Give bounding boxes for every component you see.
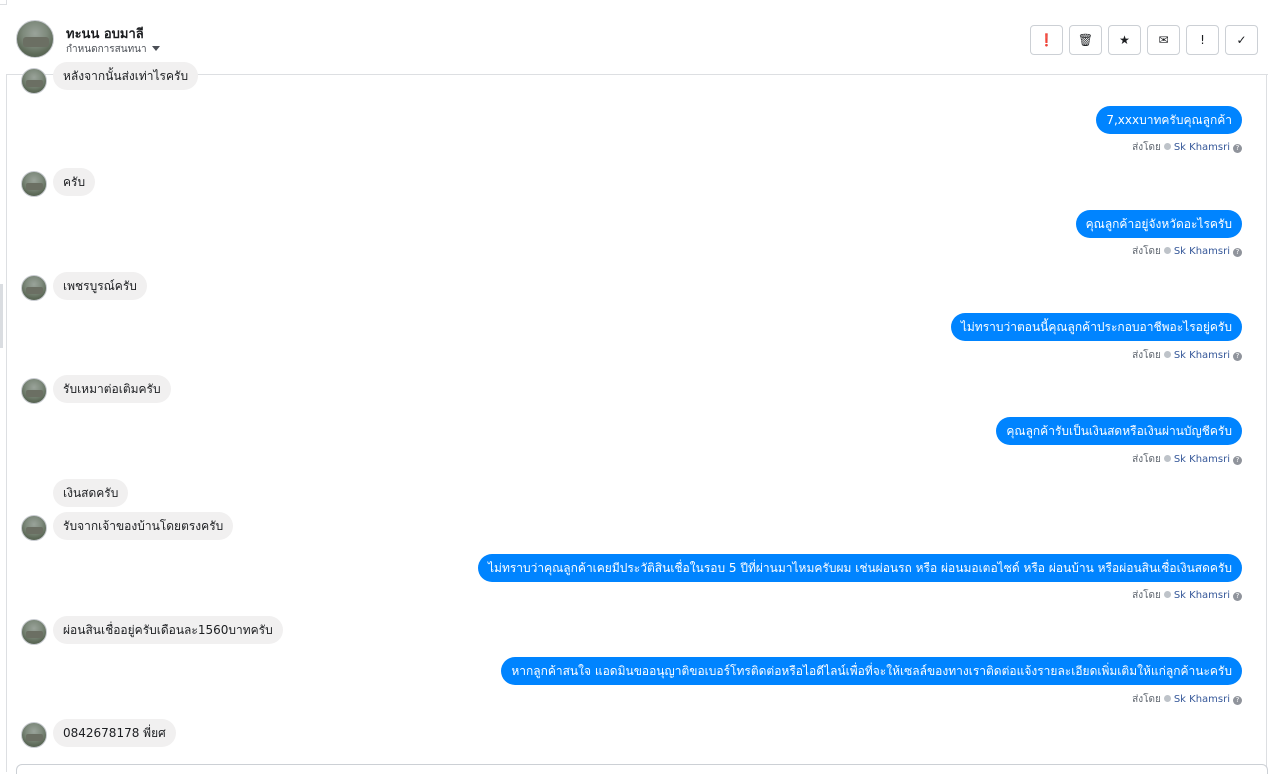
sent-by-label: ส่งโดย (1132, 590, 1161, 601)
sent-by-label: ส่งโดย (1132, 350, 1161, 361)
contact-name[interactable]: ทะนน อบมาลี (66, 23, 144, 44)
sent-by-label: ส่งโดย (1132, 142, 1161, 153)
exclamation-icon: ! (1200, 33, 1205, 47)
contact-avatar[interactable] (16, 20, 54, 58)
agent-dot-icon (1163, 351, 1171, 358)
star-button[interactable]: ★ (1108, 25, 1141, 55)
outgoing-message: ไม่ทราบว่าคุณลูกค้าเคยมีประวัติสินเชื่อใ… (478, 554, 1242, 582)
help-icon[interactable]: ? (1233, 352, 1242, 361)
sent-by-info: ส่งโดย Sk Khamsri? (1132, 348, 1242, 363)
header-actions: ❗ 🗑 ★ ✉ ! ✓ (1030, 25, 1258, 55)
assign-conversation-dropdown[interactable]: กำหนดการสนทนา (66, 42, 160, 57)
outgoing-message: คุณลูกค้ารับเป็นเงินสดหรือเงินผ่านบัญชีค… (996, 417, 1242, 445)
spam-button[interactable]: ! (1186, 25, 1219, 55)
incoming-message: ผ่อนสินเชื่ออยู่ครับเดือนละ1560บาทครับ (53, 616, 283, 644)
delete-button[interactable]: 🗑 (1069, 25, 1102, 55)
contact-avatar-small (21, 722, 47, 748)
outgoing-message: 7,xxxบาทครับคุณลูกค้า (1096, 106, 1242, 134)
incoming-message: หลังจากนั้นส่งเท่าไรครับ (53, 62, 199, 90)
agent-name[interactable]: Sk Khamsri (1174, 694, 1230, 705)
contact-avatar-small (21, 275, 47, 301)
outgoing-message: หากลูกค้าสนใจ แอดมินขออนุญาติขอเบอร์โทรต… (501, 657, 1242, 685)
incoming-message: รับเหมาต่อเติมครับ (53, 375, 171, 403)
message-composer[interactable] (16, 764, 1268, 774)
incoming-message: รับจากเจ้าของบ้านโดยตรงครับ (53, 512, 234, 540)
trash-icon: 🗑 (1077, 33, 1094, 47)
scrollbar-track[interactable] (1266, 75, 1267, 772)
sent-by-label: ส่งโดย (1132, 694, 1161, 705)
agent-name[interactable]: Sk Khamsri (1174, 590, 1230, 601)
help-icon[interactable]: ? (1233, 248, 1242, 257)
help-icon[interactable]: ? (1233, 696, 1242, 705)
agent-dot-icon (1163, 591, 1171, 598)
help-icon[interactable]: ? (1233, 144, 1242, 153)
sent-by-info: ส่งโดย Sk Khamsri? (1132, 452, 1242, 467)
agent-name[interactable]: Sk Khamsri (1174, 350, 1230, 361)
incoming-message: เพชรบูรณ์ครับ (53, 272, 147, 300)
agent-dot-icon (1163, 695, 1171, 702)
panel-resize-handle[interactable] (0, 284, 3, 348)
contact-avatar-small (21, 619, 47, 645)
sent-by-info: ส่งโดย Sk Khamsri? (1132, 692, 1242, 707)
envelope-icon: ✉ (1158, 33, 1169, 47)
sent-by-info: ส่งโดย Sk Khamsri? (1132, 588, 1242, 603)
sent-by-info: ส่งโดย Sk Khamsri? (1132, 140, 1242, 155)
assign-conversation-label: กำหนดการสนทนา (66, 44, 147, 55)
contact-avatar-small (21, 515, 47, 541)
agent-dot-icon (1163, 247, 1171, 254)
alert-circle-button[interactable]: ❗ (1030, 25, 1063, 55)
outgoing-message: คุณลูกค้าอยู่จังหวัดอะไรครับ (1075, 210, 1242, 238)
contact-avatar-small (21, 378, 47, 404)
agent-dot-icon (1163, 143, 1171, 150)
contact-avatar-small (21, 68, 47, 94)
help-icon[interactable]: ? (1233, 592, 1242, 601)
agent-dot-icon (1163, 455, 1171, 462)
check-icon: ✓ (1236, 33, 1247, 47)
incoming-message: 0842678178 พี่ยศ (53, 719, 176, 747)
sent-by-label: ส่งโดย (1132, 454, 1161, 465)
help-icon[interactable]: ? (1233, 456, 1242, 465)
incoming-message: ครับ (53, 168, 96, 196)
agent-name[interactable]: Sk Khamsri (1174, 454, 1230, 465)
conversation-header: ทะนน อบมาลี กำหนดการสนทนา ❗ 🗑 ★ ✉ ! ✓ (6, 5, 1268, 75)
mark-done-button[interactable]: ✓ (1225, 25, 1258, 55)
star-icon: ★ (1119, 33, 1130, 47)
caret-down-icon (151, 46, 160, 51)
contact-avatar-small (21, 171, 47, 197)
mark-unread-button[interactable]: ✉ (1147, 25, 1180, 55)
sent-by-label: ส่งโดย (1132, 246, 1161, 257)
agent-name[interactable]: Sk Khamsri (1174, 142, 1230, 153)
outgoing-message: ไม่ทราบว่าตอนนี้คุณลูกค้าประกอบอาชีพอะไร… (950, 313, 1242, 341)
incoming-message: เงินสดครับ (53, 479, 129, 507)
alert-circle-icon: ❗ (1039, 33, 1054, 47)
sent-by-info: ส่งโดย Sk Khamsri? (1132, 244, 1242, 259)
agent-name[interactable]: Sk Khamsri (1174, 246, 1230, 257)
